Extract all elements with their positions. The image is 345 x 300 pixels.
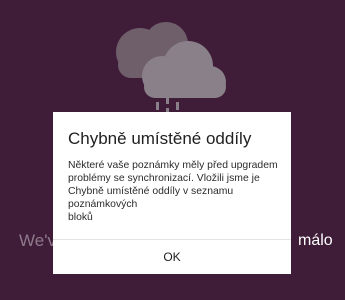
background-text-fragment: We'v [19,231,56,250]
background-text-fragment-right: málo [298,232,333,249]
ok-button[interactable]: OK [53,240,291,274]
dialog-title: Chybně umístěné oddíly [68,129,252,148]
misplaced-sections-dialog: Chybně umístěné oddíly Některé vaše pozn… [53,112,291,274]
cloud-sync-icon [116,22,226,120]
dialog-message: Některé vaše poznámky měly před upgradem… [68,160,278,223]
